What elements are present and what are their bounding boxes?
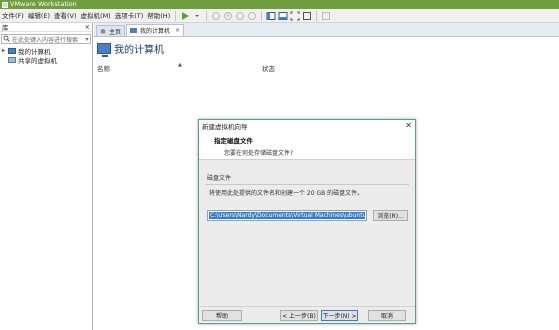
disk-file-group-label: 磁盘文件 (207, 175, 232, 182)
disk-path-row: C:\Users\Nardy\Documents\Virtual Machine… (207, 210, 409, 221)
library-header: 库 × (0, 23, 92, 32)
snapshot-manager-icon[interactable] (235, 11, 245, 21)
library-title: 库 (2, 24, 9, 32)
search-dropdown-icon[interactable]: ▾ (84, 36, 90, 43)
tree-item-label: 共享的虚拟机 (18, 56, 57, 65)
shared-vms-icon (8, 56, 16, 63)
tree-item-shared-vms[interactable]: 共享的虚拟机 (2, 55, 92, 65)
dialog-body: 磁盘文件 将使用此处提供的文件名和创建一个 20 GB 的磁盘文件。 C:\Us… (199, 173, 415, 221)
cancel-button[interactable]: 取消 (368, 309, 406, 321)
menu-toolbar: 文件(F) 编辑(E) 查看(V) 虚拟机(M) 选项卡(T) 帮助(H) (0, 9, 559, 23)
preferences-icon[interactable] (321, 11, 331, 21)
fullscreen-icon[interactable] (290, 11, 300, 21)
page-header: 我的计算机 (94, 37, 559, 59)
tab-home[interactable]: 主页 (96, 25, 126, 36)
menu-edit[interactable]: 编辑(E) (26, 9, 52, 23)
library-panel: 库 × 在此处键入内容进行搜索 ▾ ▸ 我的计算机 共享的虚拟机 (0, 23, 93, 330)
new-vm-wizard-dialog: 新建虚拟机向导 ✕ 指定磁盘文件 您要在何处存储磁盘文件? 磁盘文件 将使用此处… (198, 119, 416, 324)
library-view-icon[interactable] (266, 11, 276, 21)
snapshot-icon[interactable] (211, 11, 221, 21)
tab-label: 主页 (109, 28, 122, 36)
revert-icon[interactable] (223, 11, 233, 21)
sort-arrow-icon: ▲ (178, 62, 182, 68)
library-search-input[interactable]: 在此处键入内容进行搜索 ▾ (1, 34, 91, 44)
back-button[interactable]: < 上一步(B) (280, 309, 318, 321)
dropdown-arrow-icon[interactable] (192, 11, 202, 21)
dialog-footer: 帮助 < 上一步(B) 下一步(N) > 取消 (199, 306, 415, 323)
play-icon[interactable] (180, 11, 190, 21)
browse-button[interactable]: 浏览(R)... (373, 210, 408, 221)
tab-label: 我的计算机 (140, 28, 171, 35)
dialog-subheading: 您要在何处存储磁盘文件? (224, 150, 294, 157)
selected-path-text: C:\Users\Nardy\Documents\Virtual Machine… (209, 212, 365, 219)
toolbar-separator (261, 10, 263, 21)
home-icon (100, 28, 106, 34)
library-tree: ▸ 我的计算机 共享的虚拟机 (0, 46, 92, 65)
column-header-status[interactable]: 状态 (262, 63, 275, 73)
library-close-icon[interactable]: × (85, 23, 90, 31)
toolbar-separator (206, 10, 208, 21)
tab-strip: 主页 我的计算机 × (94, 23, 559, 37)
page-title: 我的计算机 (114, 44, 164, 56)
unity-icon[interactable] (302, 11, 312, 21)
menu-help[interactable]: 帮助(H) (145, 9, 172, 23)
tab-close-icon[interactable]: × (175, 27, 180, 34)
vm-list-header: 名称 ▲ 状态 (94, 62, 559, 73)
search-placeholder: 在此处键入内容进行搜索 (12, 36, 79, 44)
dialog-titlebar: 新建虚拟机向导 ✕ (199, 120, 415, 131)
close-icon[interactable]: ✕ (405, 120, 412, 131)
search-icon (3, 35, 10, 44)
disk-file-path-input[interactable]: C:\Users\Nardy\Documents\Virtual Machine… (207, 210, 367, 221)
computer-icon (130, 28, 138, 33)
menu-tabs[interactable]: 选项卡(T) (113, 9, 146, 23)
help-button[interactable]: 帮助 (202, 309, 242, 321)
toolbar-separator (175, 10, 177, 21)
console-view-icon[interactable] (278, 11, 288, 21)
computer-icon (8, 47, 16, 54)
dialog-title: 新建虚拟机向导 (202, 122, 248, 131)
next-button[interactable]: 下一步(N) > (321, 309, 358, 321)
toolbar-separator (316, 10, 318, 21)
menu-file[interactable]: 文件(F) (0, 9, 26, 23)
menu-vm[interactable]: 虚拟机(M) (79, 9, 113, 23)
disk-file-description: 将使用此处提供的文件名和创建一个 20 GB 的磁盘文件。 (209, 190, 364, 197)
clone-icon[interactable] (247, 11, 257, 21)
computer-icon (97, 42, 111, 57)
dialog-heading: 指定磁盘文件 (214, 137, 253, 145)
group-divider (205, 184, 409, 185)
menu-view[interactable]: 查看(V) (52, 9, 79, 23)
column-header-name[interactable]: 名称 (97, 63, 110, 73)
vmware-app-icon (2, 1, 8, 8)
tab-my-computer[interactable]: 我的计算机 × (126, 24, 185, 36)
dialog-header: 指定磁盘文件 您要在何处存储磁盘文件? (199, 131, 415, 160)
